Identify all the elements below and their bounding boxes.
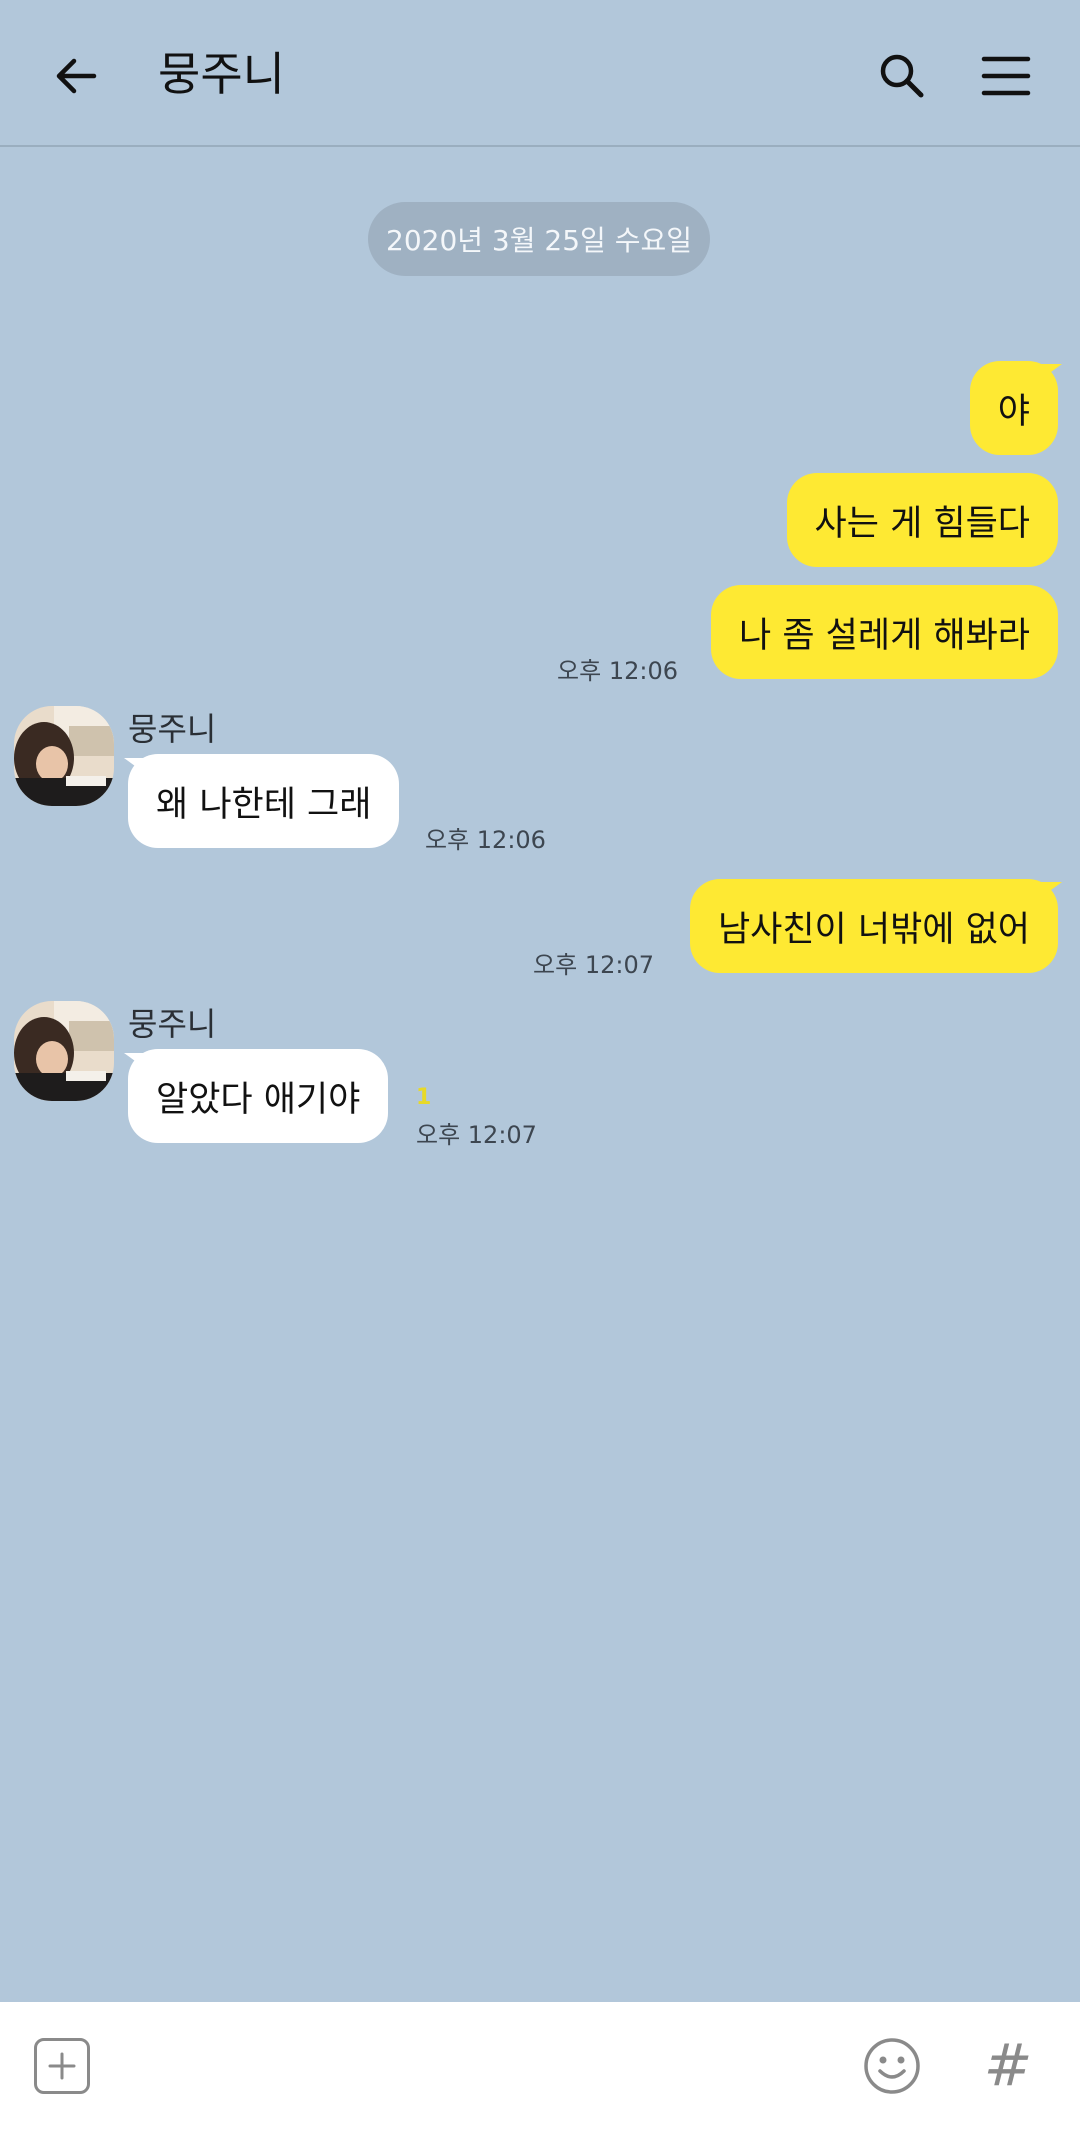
hamburger-menu-icon (981, 56, 1031, 96)
message-time: 오후 12:07 (533, 951, 654, 979)
menu-button[interactable] (970, 40, 1042, 112)
back-button[interactable] (40, 40, 112, 112)
search-icon (880, 54, 924, 98)
bubble-tail (1040, 882, 1062, 898)
bubble-tail (1040, 364, 1062, 380)
attach-button[interactable] (34, 2038, 90, 2094)
their-message-bubble[interactable]: 왜 나한테 그래 (128, 754, 400, 848)
avatar[interactable] (14, 1001, 114, 1101)
message-time: 오후 12:06 (557, 657, 678, 685)
profile-photo (14, 1001, 114, 1101)
my-message-bubble[interactable]: 사는 게 힘들다 (786, 473, 1058, 567)
their-message-bubble[interactable]: 알았다 애기야 (128, 1049, 389, 1143)
sender-name: 뭉주니 (128, 1005, 217, 1043)
chat-title: 뭉주니 (158, 47, 285, 101)
chat-header: 뭉주니 (0, 0, 1080, 147)
search-button[interactable] (866, 40, 938, 112)
emoji-button[interactable] (862, 2036, 922, 2096)
message-input-bar: # (0, 2002, 1080, 2131)
hashtag-button[interactable]: # (980, 2030, 1036, 2100)
plus-icon (48, 2052, 76, 2080)
date-divider: 2020년 3월 25일 수요일 (368, 202, 710, 276)
avatar[interactable] (14, 706, 114, 806)
my-message-bubble[interactable]: 나 좀 설레게 해봐라 (711, 585, 1058, 679)
arrow-left-icon (56, 58, 97, 94)
profile-photo (14, 706, 114, 806)
unread-count: 1 (416, 1085, 432, 1110)
message-time: 오후 12:06 (425, 826, 546, 854)
sender-name: 뭉주니 (128, 710, 217, 748)
message-time: 오후 12:07 (416, 1121, 537, 1149)
emoji-icon (864, 2038, 920, 2094)
my-message-bubble[interactable]: 남사친이 너밖에 없어 (689, 879, 1058, 973)
